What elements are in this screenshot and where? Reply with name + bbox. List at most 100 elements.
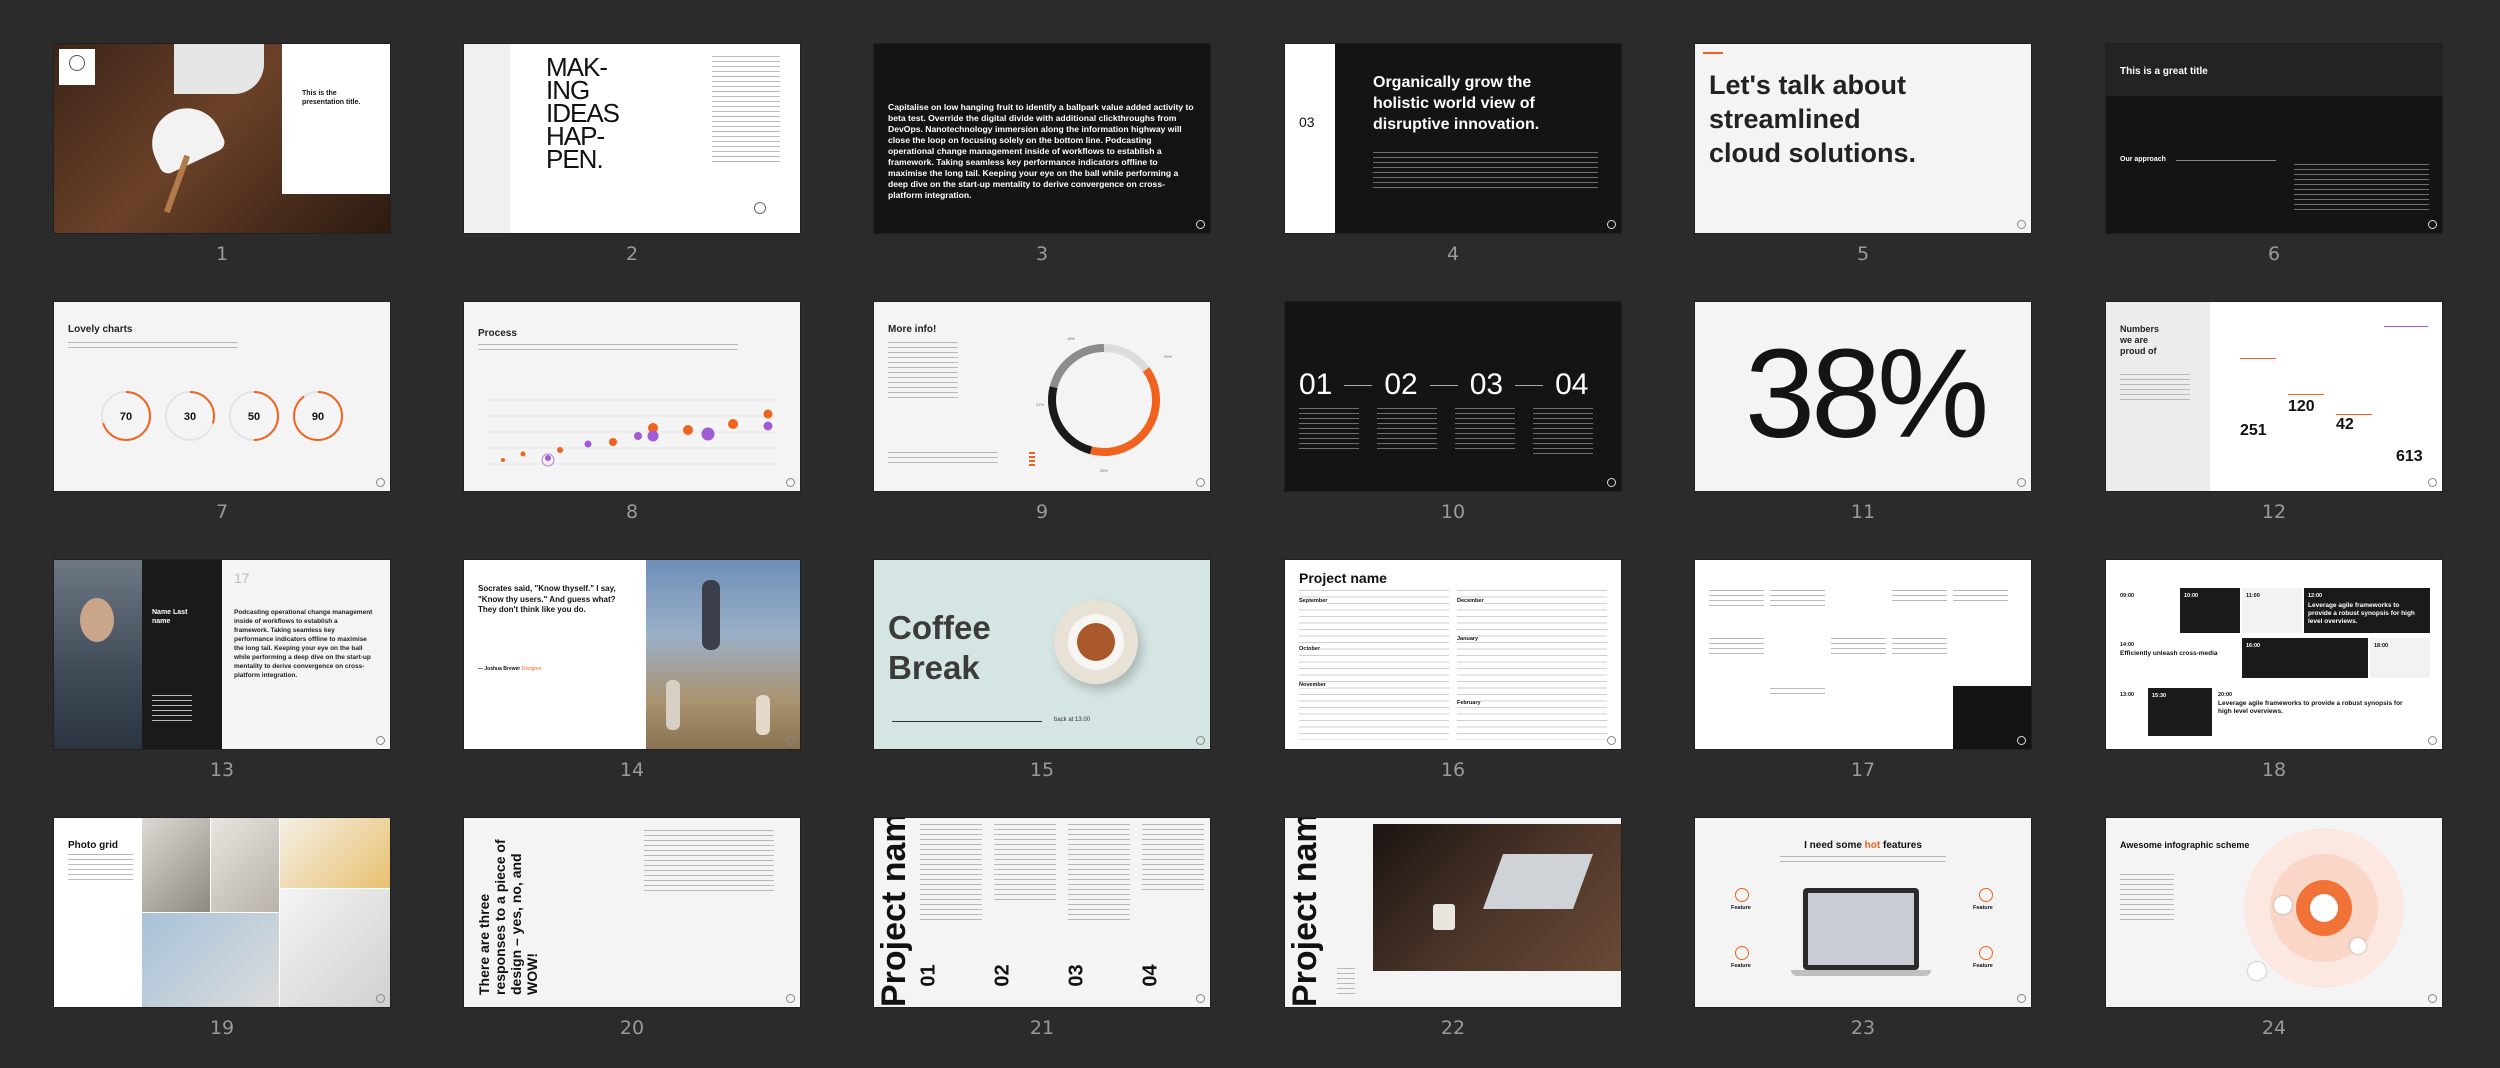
logo-icon — [786, 736, 795, 745]
slide-thumbnail-12[interactable]: Numbers we are proud of 251 120 42 613 — [2106, 302, 2442, 491]
slide-number: 12 — [2261, 501, 2287, 523]
grid-photo — [280, 889, 390, 1007]
slide-thumbnail-4[interactable]: 03 Organically grow the holistic world v… — [1285, 44, 1621, 233]
slide-thumbnail-6[interactable]: This is a great title Our approach — [2106, 44, 2442, 233]
slide-thumbnail-16[interactable]: Project name September October November … — [1285, 560, 1621, 749]
logo-icon — [786, 994, 795, 1003]
slide-thumbnail-5[interactable]: Let's talk about streamlined cloud solut… — [1695, 44, 2031, 233]
intro-text — [478, 344, 738, 352]
portrait-face — [80, 598, 114, 642]
slide-thumbnail-18[interactable]: 09:00 10:00 11:00 12:00 Leverage agile f… — [2106, 560, 2442, 749]
step-connector — [1429, 384, 1458, 386]
slide-number: 17 — [1850, 759, 1876, 781]
coffee-mug — [1433, 904, 1455, 930]
slide-thumbnail-2[interactable]: MAK- ING IDEAS HAP- PEN. — [464, 44, 800, 233]
footnote-text — [888, 452, 998, 466]
gauge-value: 50 — [248, 411, 260, 423]
logo-icon — [2428, 220, 2437, 229]
coffee-cup — [1068, 614, 1124, 670]
quote-author: — Joshua Brewer — [478, 666, 521, 672]
slide-number: 14 — [619, 759, 645, 781]
grid-photo — [142, 913, 279, 1007]
schedule-table-right — [1457, 590, 1607, 740]
timeline-entry — [1892, 590, 1947, 604]
section-subtitle: Our approach — [2120, 156, 2166, 163]
bubble-point — [683, 425, 693, 435]
slide-thumbnail-11[interactable]: 38% — [1695, 302, 2031, 491]
gauge-value: 90 — [312, 411, 324, 423]
slide-number: 16 — [1440, 759, 1466, 781]
person-figure — [756, 695, 770, 735]
slide-thumbnail-20[interactable]: There are three responses to a piece of … — [464, 818, 800, 1007]
slide-thumbnail-19[interactable]: Photo grid — [54, 818, 390, 1007]
coffee-liquid — [1077, 623, 1115, 661]
intro-text — [1780, 856, 1946, 864]
left-band — [464, 44, 510, 233]
bubble-point — [701, 427, 715, 441]
laptop-base — [1791, 970, 1931, 976]
slide-thumbnail-7[interactable]: Lovely charts 70 30 50 90 — [54, 302, 390, 491]
slide-thumbnail-9[interactable]: More info! 15% 39% 21% 25% — [874, 302, 1210, 491]
schedule-block: 12:00 Leverage agile frameworks to provi… — [2304, 588, 2430, 633]
slide-thumbnail-21[interactable]: Project nam 01 02 03 04 — [874, 818, 1210, 1007]
timeline-entry — [1709, 590, 1764, 608]
stat-bar — [2384, 326, 2428, 327]
step-text — [1377, 408, 1437, 450]
time-label: 20:00 — [2218, 692, 2233, 698]
slide-thumbnail-23[interactable]: I need some hot features Feature Feature… — [1695, 818, 2031, 1007]
logo-icon — [69, 55, 85, 71]
step-connector — [1515, 384, 1544, 386]
logo-icon — [2017, 478, 2026, 487]
slide-thumbnail-17[interactable] — [1695, 560, 2031, 749]
column-number: 03 — [1065, 964, 1088, 987]
donut-segment — [1103, 344, 1150, 372]
quote-text: Socrates said, "Know thyself." I say, "K… — [478, 584, 616, 614]
logo-icon — [2017, 994, 2026, 1003]
title-part: features — [1880, 840, 1922, 851]
slide-number: 21 — [1029, 1017, 1055, 1039]
slide-title: Process — [478, 328, 517, 339]
donut-label-right: 39% — [1164, 354, 1173, 359]
title-panel: This is the presentation title. — [282, 44, 390, 194]
timeline-entry — [1770, 688, 1825, 698]
time-label: 12:00 — [2308, 593, 2323, 599]
divider-line — [2176, 160, 2276, 161]
center-node — [2310, 894, 2338, 922]
slide-thumbnail-15[interactable]: Coffee Break back at 13.00 — [874, 560, 1210, 749]
slide-thumbnail-8[interactable]: Process — [464, 302, 800, 491]
bubble-point — [763, 421, 773, 431]
slide-thumbnail-22[interactable]: Project nam — [1285, 818, 1621, 1007]
schedule-block: 10:00 — [2180, 588, 2240, 633]
slide-number: 2 — [625, 243, 639, 265]
slide-thumbnail-3[interactable]: Capitalise on low hanging fruit to ident… — [874, 44, 1210, 233]
credits-text — [1337, 968, 1355, 998]
slide-thumbnail-14[interactable]: Socrates said, "Know thyself." I say, "K… — [464, 560, 800, 749]
title-part: I need some — [1804, 840, 1865, 851]
slide-thumbnail-13[interactable]: Name Last name 17 Podcasting operational… — [54, 560, 390, 749]
schedule-block: 18:00 — [2370, 638, 2430, 678]
logo-icon — [1196, 994, 1205, 1003]
satellite-node — [2248, 962, 2266, 980]
person-figure — [702, 580, 720, 650]
slide-title: Let's talk about streamlined cloud solut… — [1709, 70, 1916, 168]
vertical-title: Project nam — [875, 818, 913, 1007]
month-label: January — [1457, 636, 1479, 642]
slide-number: 20 — [619, 1017, 645, 1039]
slide-thumbnail-10[interactable]: 01 02 03 04 — [1285, 302, 1621, 491]
bubble-point — [501, 458, 505, 462]
time-label: 15:30 — [2152, 693, 2167, 699]
stat-bar — [2240, 358, 2276, 359]
bubble-point — [647, 430, 659, 442]
slide-title: Project name — [1299, 570, 1387, 586]
month-label: September — [1299, 598, 1328, 604]
portrait-photo — [54, 560, 142, 749]
slide-thumbnail-1[interactable]: This is the presentation title. — [54, 44, 390, 233]
logo-icon — [2428, 736, 2437, 745]
step-number: 03 — [1469, 368, 1504, 401]
left-panel: Numbers we are proud of — [2106, 302, 2210, 491]
slide-thumbnail-24[interactable]: Awesome infographic scheme — [2106, 818, 2442, 1007]
laptop-photo — [1373, 824, 1621, 971]
slide-title: Photo grid — [68, 840, 118, 851]
logo-icon — [1607, 736, 1616, 745]
stat-value: 251 — [2240, 422, 2267, 439]
